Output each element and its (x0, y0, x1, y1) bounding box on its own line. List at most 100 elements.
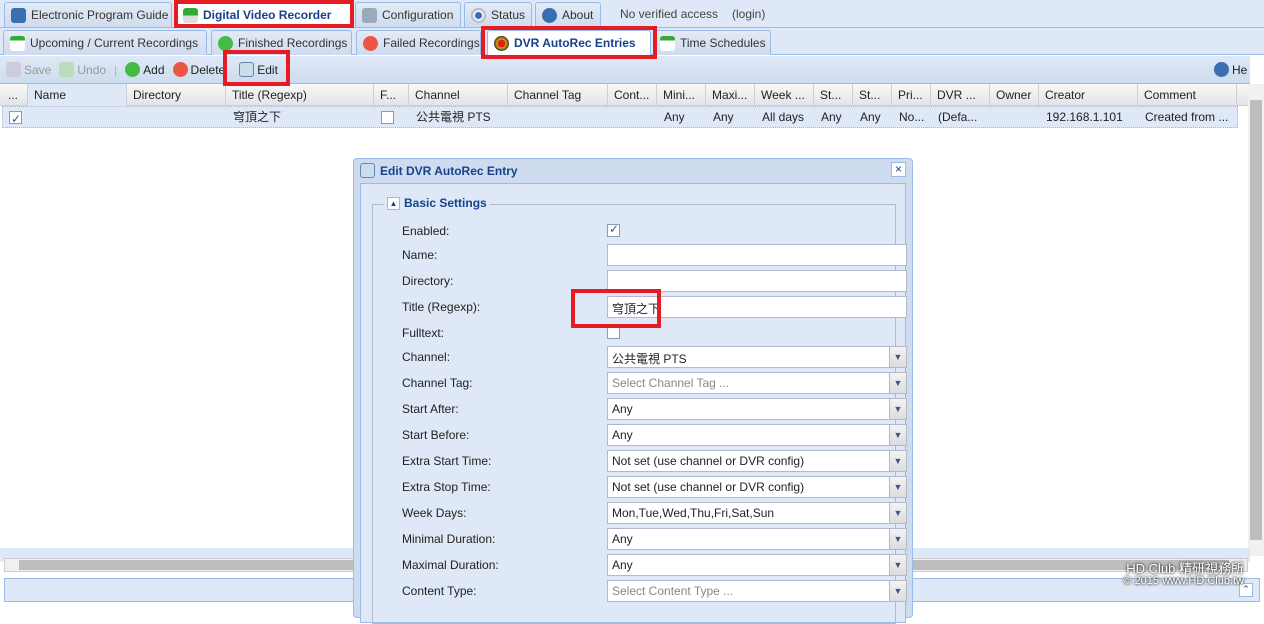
section-title: Basic Settings (404, 196, 487, 210)
column-header[interactable]: Channel (409, 84, 508, 106)
enabled-label: Enabled: (402, 224, 450, 238)
undo-button[interactable]: Undo (59, 62, 106, 77)
login-link[interactable]: (login) (732, 7, 765, 21)
cell-pri: No... (899, 110, 925, 124)
max-duration-label: Maximal Duration: (402, 558, 499, 572)
column-header[interactable]: Title (Regexp) (226, 84, 374, 106)
add-button[interactable]: Add (125, 62, 165, 77)
chevron-down-icon[interactable]: ▼ (889, 347, 906, 367)
tab-upcoming[interactable]: Upcoming / Current Recordings (3, 30, 207, 55)
tab-autorec[interactable]: DVR AutoRec Entries (487, 30, 651, 55)
column-header[interactable]: Creator (1039, 84, 1138, 106)
vertical-scrollbar[interactable] (1248, 84, 1264, 556)
table-row[interactable]: 穹頂之下 公共電視 PTS Any Any All days Any Any No... (De… (2, 106, 1238, 128)
min-duration-combo[interactable]: Any ▼ (607, 528, 907, 550)
close-button[interactable]: × (891, 162, 906, 177)
collapse-icon[interactable]: ▲ (387, 196, 400, 210)
fulltext-checkbox[interactable] (381, 111, 394, 125)
cell-directory (128, 107, 227, 127)
tab-status[interactable]: Status (464, 2, 532, 27)
column-header[interactable]: Comment (1138, 84, 1237, 106)
dvr-download-icon (183, 7, 198, 23)
tab-label: Failed Recordings (383, 36, 480, 50)
enabled-checkbox[interactable] (9, 109, 22, 127)
label: Undo (77, 62, 107, 77)
delete-button[interactable]: Delete (172, 62, 225, 77)
column-header[interactable]: Pri... (892, 84, 931, 106)
column-header[interactable]: Name (28, 84, 127, 106)
chevron-down-icon[interactable]: ▼ (889, 373, 906, 393)
field-value: Not set (use channel or DVR config) (612, 454, 805, 468)
scroll-thumb[interactable] (1250, 100, 1262, 540)
title-input[interactable]: 穹頂之下 (607, 296, 907, 318)
epg-icon (11, 7, 26, 23)
column-header[interactable]: Directory (127, 84, 226, 106)
max-duration-combo[interactable]: Any ▼ (607, 554, 907, 576)
channel-label: Channel: (402, 350, 451, 364)
extra-stop-combo[interactable]: Not set (use channel or DVR config) ▼ (607, 476, 907, 498)
column-header[interactable]: Mini... (657, 84, 706, 106)
tab-about[interactable]: About (535, 2, 601, 27)
basic-settings-legend[interactable]: ▲ Basic Settings (384, 196, 490, 210)
week-days-combo[interactable]: Mon,Tue,Wed,Thu,Fri,Sat,Sun ▼ (607, 502, 907, 524)
column-header[interactable]: ... (2, 84, 28, 106)
chevron-down-icon[interactable]: ▼ (889, 477, 906, 497)
enabled-checkbox[interactable] (607, 222, 620, 237)
save-button[interactable]: Save (6, 62, 51, 77)
column-header[interactable]: St... (853, 84, 892, 106)
info-icon (542, 7, 557, 23)
cell-content (609, 107, 658, 127)
tab-dvr[interactable]: Digital Video Recorder (176, 2, 352, 27)
watermark-line1: HD.Club 精研視務所 (1126, 561, 1244, 576)
extra-start-combo[interactable]: Not set (use channel or DVR config) ▼ (607, 450, 907, 472)
calendar-icon (10, 35, 25, 51)
fulltext-checkbox[interactable] (607, 326, 620, 339)
tab-epg[interactable]: Electronic Program Guide (4, 2, 172, 27)
directory-input[interactable] (607, 270, 907, 292)
column-header[interactable]: Week ... (755, 84, 814, 106)
tab-label: Digital Video Recorder (203, 8, 332, 22)
content-type-combo[interactable]: Select Content Type ... ▼ (607, 580, 907, 602)
toolbar-separator: | (114, 62, 118, 77)
tab-label: DVR AutoRec Entries (514, 36, 636, 50)
tab-finished[interactable]: Finished Recordings (211, 30, 352, 55)
column-header[interactable]: Channel Tag (508, 84, 608, 106)
channel-combo[interactable]: 公共電視 PTS ▼ (607, 346, 907, 368)
chevron-down-icon[interactable]: ▼ (889, 451, 906, 471)
tab-failed[interactable]: Failed Recordings (356, 30, 481, 55)
cell (375, 107, 410, 127)
chevron-down-icon[interactable]: ▼ (889, 555, 906, 575)
watermark: HD.Club 精研視務所 © 2015 www.HD.Club.tw (1123, 562, 1244, 588)
column-header[interactable]: F... (374, 84, 409, 106)
tab-label: Upcoming / Current Recordings (30, 36, 199, 50)
tab-time-schedules[interactable]: Time Schedules (653, 30, 771, 55)
chevron-down-icon[interactable]: ▼ (889, 399, 906, 419)
tab-configuration[interactable]: Configuration (355, 2, 461, 27)
channel-tag-combo[interactable]: Select Channel Tag ... ▼ (607, 372, 907, 394)
column-header[interactable]: DVR ... (931, 84, 990, 106)
chevron-down-icon[interactable]: ▼ (889, 581, 906, 601)
start-after-combo[interactable]: Any ▼ (607, 398, 907, 420)
edit-button[interactable]: Edit (239, 62, 278, 77)
name-input[interactable] (607, 244, 907, 266)
field-value: 公共電視 PTS (612, 352, 687, 366)
column-header[interactable]: Maxi... (706, 84, 755, 106)
cell-creator: 192.168.1.101 (1046, 110, 1123, 124)
cell-dvr: (Defa... (938, 110, 978, 124)
chevron-down-icon[interactable]: ▼ (889, 425, 906, 445)
cell-min: Any (664, 110, 685, 124)
min-duration-label: Minimal Duration: (402, 532, 496, 546)
chevron-down-icon[interactable]: ▼ (889, 529, 906, 549)
schedule-icon (660, 35, 675, 51)
field-value: Any (612, 532, 633, 546)
start-before-combo[interactable]: Any ▼ (607, 424, 907, 446)
field-value: Mon,Tue,Wed,Thu,Fri,Sat,Sun (612, 506, 775, 520)
chevron-down-icon[interactable]: ▼ (889, 503, 906, 523)
column-header[interactable]: Cont... (608, 84, 657, 106)
extra-start-label: Extra Start Time: (402, 454, 492, 468)
directory-label: Directory: (402, 274, 454, 288)
column-header[interactable]: Owner (990, 84, 1039, 106)
help-button[interactable]: He (1214, 62, 1247, 77)
title-label: Title (Regexp): (402, 300, 481, 314)
column-header[interactable]: St... (814, 84, 853, 106)
